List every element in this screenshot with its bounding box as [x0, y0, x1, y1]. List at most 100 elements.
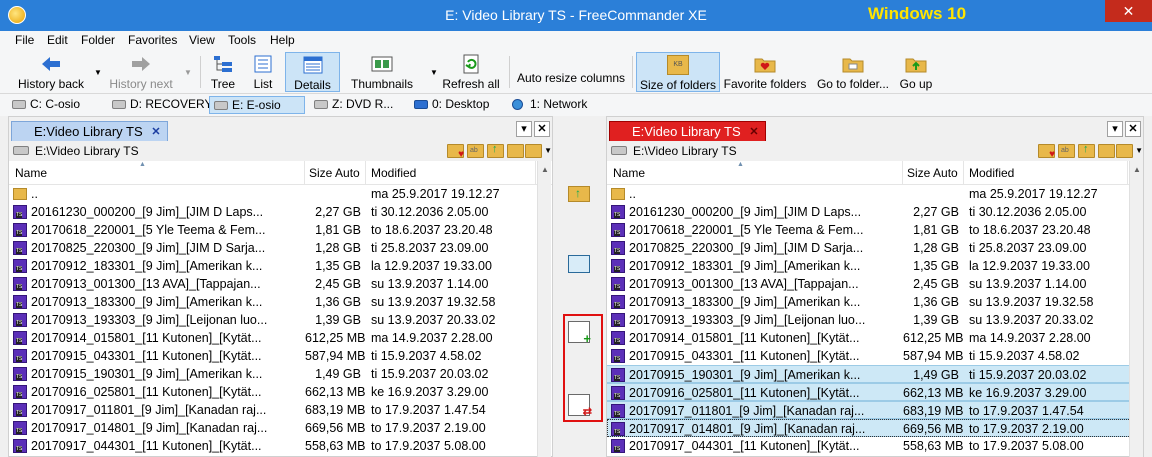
history-back-dropdown-icon[interactable]: ▼ — [94, 68, 102, 77]
table-row[interactable]: 20161230_000200_[9 Jim]_[JIM D Laps... 2,… — [9, 203, 552, 221]
right-path[interactable]: E:\Video Library TS — [633, 144, 737, 158]
table-row[interactable]: 20170915_043301_[11 Kutonen]_[Kytät... 58… — [607, 347, 1143, 365]
table-row[interactable]: 20170917_014801_[9 Jim]_[Kanadan raj... 6… — [607, 419, 1143, 437]
left-panel-menu-button[interactable]: ▾ — [516, 121, 532, 137]
column-separator[interactable] — [365, 161, 366, 185]
table-row[interactable]: 20170917_011801_[9 Jim]_[Kanadan raj... 6… — [607, 401, 1143, 419]
right-panel-close-button[interactable]: ✕ — [1125, 121, 1141, 137]
tree-button[interactable]: Tree — [205, 52, 241, 92]
size-of-folders-button[interactable]: KB Size of folders — [636, 52, 720, 92]
column-size[interactable]: Size Auto — [309, 166, 360, 180]
table-row[interactable]: 20170825_220300_[9 Jim]_[JIM D Sarja... 1… — [9, 239, 552, 257]
right-scrollbar[interactable]: ▲ — [1129, 161, 1143, 457]
go-to-folder-button[interactable]: Go to folder... — [814, 52, 892, 92]
right-panel-menu-button[interactable]: ▾ — [1107, 121, 1123, 137]
column-separator[interactable] — [1127, 161, 1128, 185]
folder-up-icon[interactable] — [1078, 143, 1095, 158]
drive-z[interactable]: Z: DVD R... — [310, 96, 397, 114]
folder-up-icon[interactable] — [487, 143, 504, 158]
table-row[interactable]: 20170913_193303_[9 Jim]_[Leijonan luo...… — [607, 311, 1143, 329]
table-row[interactable]: .. ma 25.9.2017 19.12.27 — [9, 185, 552, 203]
table-row[interactable]: 20170913_183300_[9 Jim]_[Amerikan k... 1,… — [9, 293, 552, 311]
left-panel-close-button[interactable]: ✕ — [534, 121, 550, 137]
menu-favorites[interactable]: Favorites — [128, 33, 177, 47]
menu-view[interactable]: View — [189, 33, 215, 47]
favorite-folder-icon[interactable] — [447, 144, 464, 160]
column-separator[interactable] — [535, 161, 536, 185]
auto-resize-columns-button[interactable]: Auto resize columns — [514, 52, 628, 92]
favorite-folder-icon[interactable] — [1038, 144, 1055, 160]
table-row[interactable]: 20170916_025801_[11 Kutonen]_[Kytät... 66… — [9, 383, 552, 401]
table-row[interactable]: 20170915_190301_[9 Jim]_[Amerikan k... 1,… — [9, 365, 552, 383]
table-row[interactable]: 20170618_220001_[5 Yle Teema & Fem... 1,8… — [9, 221, 552, 239]
history-back-button[interactable]: History back — [12, 52, 90, 92]
scroll-up-icon[interactable]: ▲ — [541, 165, 549, 174]
details-button[interactable]: Details — [285, 52, 340, 92]
table-row[interactable]: 20170913_001300_[13 AVA]_[Tappajan... 2,4… — [607, 275, 1143, 293]
table-row[interactable]: 20170825_220300_[9 Jim]_[JIM D Sarja... 1… — [607, 239, 1143, 257]
column-separator[interactable] — [902, 161, 903, 185]
menu-folder[interactable]: Folder — [81, 33, 115, 47]
left-tab-close-icon[interactable]: ✕ — [151, 125, 160, 138]
table-row[interactable]: 20170915_043301_[11 Kutonen]_[Kytät... 58… — [9, 347, 552, 365]
menu-help[interactable]: Help — [270, 33, 295, 47]
drive-network[interactable]: 1: Network — [508, 96, 591, 114]
right-tab[interactable]: E:Video Library TS ✕ — [609, 121, 766, 141]
folder-history-icon[interactable] — [1116, 144, 1133, 158]
table-row[interactable]: 20170915_190301_[9 Jim]_[Amerikan k... 1,… — [607, 365, 1143, 383]
refresh-all-button[interactable]: Refresh all — [440, 52, 502, 92]
history-next-button[interactable]: History next — [104, 52, 178, 92]
thumbnails-dropdown-icon[interactable]: ▼ — [430, 68, 438, 77]
table-row[interactable]: 20170912_183301_[9 Jim]_[Amerikan k... 1,… — [607, 257, 1143, 275]
drive-d[interactable]: D: RECOVERY — [108, 96, 216, 114]
chevron-down-icon[interactable]: ▼ — [1135, 146, 1143, 155]
column-separator[interactable] — [963, 161, 964, 185]
folder-root-icon[interactable] — [1098, 144, 1115, 158]
close-window-button[interactable]: ✕ — [1105, 0, 1152, 22]
scroll-up-icon[interactable]: ▲ — [1133, 165, 1141, 174]
table-row[interactable]: 20170916_025801_[11 Kutonen]_[Kytät... 66… — [607, 383, 1143, 401]
folder-size-icon[interactable] — [467, 144, 484, 158]
left-scrollbar[interactable]: ▲ — [537, 161, 551, 457]
table-row[interactable]: 20170618_220001_[5 Yle Teema & Fem... 1,8… — [607, 221, 1143, 239]
drive-e[interactable]: E: E-osio — [209, 96, 305, 114]
table-row[interactable]: 20161230_000200_[9 Jim]_[JIM D Laps... 2,… — [607, 203, 1143, 221]
column-name[interactable]: Name — [613, 166, 645, 180]
column-modified[interactable]: Modified — [371, 166, 416, 180]
right-tab-close-icon[interactable]: ✕ — [749, 125, 758, 138]
drive-c[interactable]: C: C-osio — [8, 96, 84, 114]
table-row[interactable]: 20170913_001300_[13 AVA]_[Tappajan... 2,4… — [9, 275, 552, 293]
drive-desktop[interactable]: 0: Desktop — [410, 96, 493, 114]
table-row[interactable]: 20170914_015801_[11 Kutonen]_[Kytät... 61… — [9, 329, 552, 347]
column-separator[interactable] — [304, 161, 305, 185]
menu-file[interactable]: File — [15, 33, 34, 47]
list-button[interactable]: List — [246, 52, 280, 92]
column-size[interactable]: Size Auto — [907, 166, 958, 180]
drive-icon — [112, 100, 126, 109]
column-modified[interactable]: Modified — [969, 166, 1014, 180]
go-up-icon[interactable] — [568, 186, 590, 202]
folder-root-icon[interactable] — [507, 144, 524, 158]
compare-folders-icon[interactable] — [568, 255, 590, 273]
table-row[interactable]: 20170917_011801_[9 Jim]_[Kanadan raj... 6… — [9, 401, 552, 419]
left-path[interactable]: E:\Video Library TS — [35, 144, 139, 158]
table-row[interactable]: 20170912_183301_[9 Jim]_[Amerikan k... 1,… — [9, 257, 552, 275]
column-name[interactable]: Name — [15, 166, 47, 180]
menu-tools[interactable]: Tools — [228, 33, 256, 47]
table-row[interactable]: 20170917_044301_[11 Kutonen]_[Kytät... 55… — [9, 437, 552, 455]
table-row[interactable]: 20170913_183300_[9 Jim]_[Amerikan k... 1,… — [607, 293, 1143, 311]
table-row[interactable]: 20170913_193303_[9 Jim]_[Leijonan luo...… — [9, 311, 552, 329]
folder-history-icon[interactable] — [525, 144, 542, 158]
table-row[interactable]: 20170917_014801_[9 Jim]_[Kanadan raj... 6… — [9, 419, 552, 437]
go-up-button[interactable]: Go up — [896, 52, 936, 92]
left-tab[interactable]: E:Video Library TS ✕ — [11, 121, 168, 141]
folder-size-icon[interactable] — [1058, 144, 1075, 158]
thumbnails-button[interactable]: Thumbnails — [346, 52, 418, 92]
menu-edit[interactable]: Edit — [47, 33, 68, 47]
favorite-folders-button[interactable]: Favorite folders — [722, 52, 808, 92]
chevron-down-icon[interactable]: ▼ — [544, 146, 552, 155]
table-row[interactable]: 20170914_015801_[11 Kutonen]_[Kytät... 61… — [607, 329, 1143, 347]
table-row[interactable]: .. ma 25.9.2017 19.12.27 — [607, 185, 1143, 203]
table-row[interactable]: 20170917_044301_[11 Kutonen]_[Kytät... 55… — [607, 437, 1143, 455]
history-next-dropdown-icon[interactable]: ▼ — [184, 68, 192, 77]
